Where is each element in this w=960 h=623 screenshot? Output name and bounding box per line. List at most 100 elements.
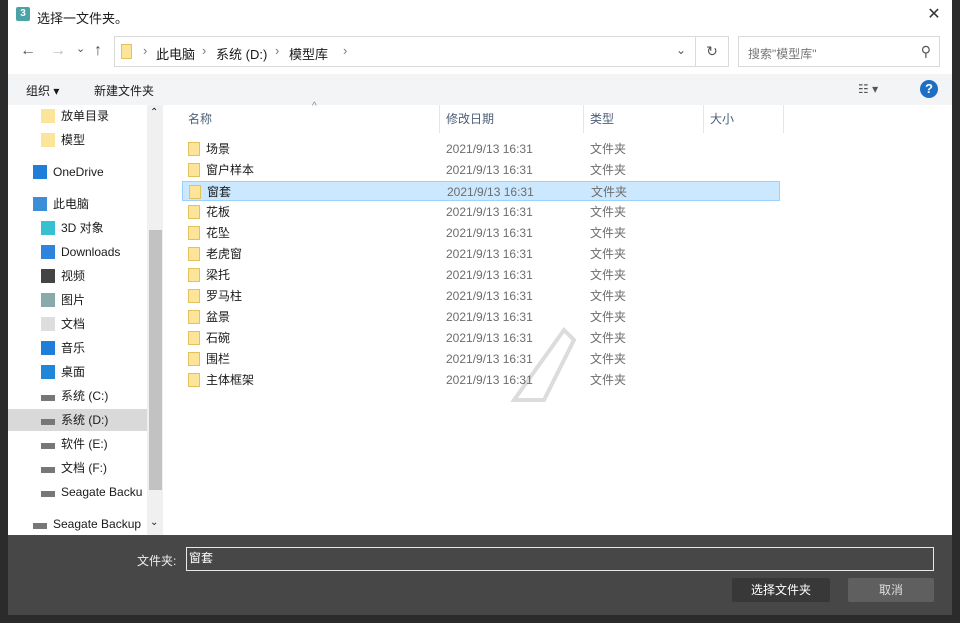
sidebar-item[interactable]: 音乐 xyxy=(41,337,86,359)
file-row[interactable]: 窗套 2021/9/13 16:31 文件夹 xyxy=(182,181,780,201)
folder-icon xyxy=(188,331,200,345)
forward-button[interactable]: → xyxy=(50,42,66,60)
file-type: 文件夹 xyxy=(590,205,627,219)
sidebar-item[interactable]: 放单目录 xyxy=(41,105,110,127)
file-type: 文件夹 xyxy=(590,331,627,345)
file-name: 窗套 xyxy=(207,185,232,199)
file-row[interactable]: 石碗 2021/9/13 16:31 文件夹 xyxy=(182,328,780,348)
file-name: 盆景 xyxy=(206,310,231,324)
cube-icon xyxy=(41,221,55,235)
file-name: 主体框架 xyxy=(206,373,255,387)
file-row[interactable]: 围栏 2021/9/13 16:31 文件夹 xyxy=(182,349,780,369)
sidebar-item-label: 文档 (F:) xyxy=(61,461,107,475)
cloud-icon xyxy=(33,165,47,179)
sidebar-item[interactable]: 3D 对象 xyxy=(41,217,104,239)
sidebar-item[interactable]: OneDrive xyxy=(33,161,104,183)
column-header-date[interactable]: 修改日期 xyxy=(440,105,584,133)
organize-button[interactable]: 组织 ▾ xyxy=(26,82,59,99)
sidebar-item[interactable]: 此电脑 xyxy=(33,193,90,215)
file-row[interactable]: 罗马柱 2021/9/13 16:31 文件夹 xyxy=(182,286,780,306)
file-date: 2021/9/13 16:31 xyxy=(446,205,533,219)
drive-icon xyxy=(41,443,55,449)
column-header-name[interactable]: 名称 xyxy=(182,105,440,133)
file-row[interactable]: 场景 2021/9/13 16:31 文件夹 xyxy=(182,139,780,159)
file-row[interactable]: 盆景 2021/9/13 16:31 文件夹 xyxy=(182,307,780,327)
chevron-right-icon: › xyxy=(343,43,348,58)
back-button[interactable]: ← xyxy=(20,42,36,60)
drive-icon xyxy=(41,395,55,401)
folder-icon xyxy=(41,109,55,123)
up-button[interactable]: ↑ xyxy=(94,42,102,60)
select-folder-button[interactable]: 选择文件夹 xyxy=(732,578,830,602)
file-date: 2021/9/13 16:31 xyxy=(447,185,534,199)
breadcrumb-drive-d[interactable]: 系统 (D:) xyxy=(216,44,267,63)
file-type: 文件夹 xyxy=(590,352,627,366)
file-date: 2021/9/13 16:31 xyxy=(446,373,533,387)
sidebar-item-label: 此电脑 xyxy=(53,197,90,211)
sidebar-item[interactable]: 软件 (E:) xyxy=(41,433,108,455)
refresh-button[interactable]: ↻ xyxy=(695,37,728,66)
file-row[interactable]: 花坠 2021/9/13 16:31 文件夹 xyxy=(182,223,780,243)
sidebar-item[interactable]: 视频 xyxy=(41,265,85,287)
column-header-type[interactable]: 类型 xyxy=(584,105,704,133)
sidebar-item[interactable]: Seagate Backu xyxy=(41,481,142,503)
file-date: 2021/9/13 16:31 xyxy=(446,268,533,282)
sidebar-item-label: 3D 对象 xyxy=(61,221,104,235)
scroll-up-icon[interactable]: ⌃ xyxy=(150,107,158,118)
folder-name-input[interactable]: 窗套 xyxy=(186,547,934,571)
file-row[interactable]: 主体框架 2021/9/13 16:31 文件夹 xyxy=(182,370,780,390)
file-date: 2021/9/13 16:31 xyxy=(446,142,533,156)
sidebar-item[interactable]: 文档 (F:) xyxy=(41,457,107,479)
breadcrumb-this-pc[interactable]: 此电脑 xyxy=(156,44,195,63)
computer-icon xyxy=(33,197,47,211)
file-row[interactable]: 花板 2021/9/13 16:31 文件夹 xyxy=(182,202,780,222)
file-name: 场景 xyxy=(206,142,231,156)
file-row[interactable]: 窗户样本 2021/9/13 16:31 文件夹 xyxy=(182,160,780,180)
sidebar-item[interactable]: 文档 xyxy=(41,313,85,335)
close-button[interactable]: ✕ xyxy=(922,4,946,26)
file-row[interactable]: 老虎窗 2021/9/13 16:31 文件夹 xyxy=(182,244,780,264)
desktop-icon xyxy=(41,365,55,379)
scrollbar-thumb[interactable] xyxy=(149,230,162,490)
search-placeholder: 搜索"模型库" xyxy=(748,47,817,61)
address-dropdown-button[interactable]: ⌄ xyxy=(676,43,686,57)
sidebar-item[interactable]: 系统 (D:) xyxy=(8,409,147,431)
new-folder-button[interactable]: 新建文件夹 xyxy=(94,82,154,99)
scroll-down-icon[interactable]: ⌄ xyxy=(150,517,158,528)
file-type: 文件夹 xyxy=(590,226,627,240)
sidebar-item-label: OneDrive xyxy=(53,165,104,179)
sidebar-item-label: 音乐 xyxy=(61,341,86,355)
folder-icon xyxy=(188,310,200,324)
sidebar-item[interactable]: Seagate Backup xyxy=(33,513,141,535)
file-type: 文件夹 xyxy=(590,268,627,282)
file-name: 老虎窗 xyxy=(206,247,243,261)
folder-icon xyxy=(188,268,200,282)
cancel-button[interactable]: 取消 xyxy=(848,578,934,602)
help-button[interactable]: ? xyxy=(920,80,938,98)
sidebar-item[interactable]: Downloads xyxy=(41,241,120,263)
column-header-size[interactable]: 大小 xyxy=(704,105,784,133)
navigation-bar: ← → ⌄ ↑ › 此电脑 › 系统 (D:) › 模型库 › ⌄ ↻ 搜索"模… xyxy=(8,36,952,68)
file-type: 文件夹 xyxy=(590,373,627,387)
sidebar-item-label: 放单目录 xyxy=(61,109,110,123)
address-bar[interactable]: › 此电脑 › 系统 (D:) › 模型库 › ⌄ ↻ xyxy=(114,36,729,67)
chevron-right-icon: › xyxy=(275,43,280,58)
sidebar-item[interactable]: 图片 xyxy=(41,289,85,311)
dialog-footer: 文件夹: 窗套 选择文件夹 取消 xyxy=(8,535,952,615)
view-options-button[interactable]: ☷ ▾ xyxy=(858,82,878,96)
file-date: 2021/9/13 16:31 xyxy=(446,310,533,324)
sidebar-item-label: 系统 (D:) xyxy=(61,413,109,427)
sidebar-item[interactable]: 系统 (C:) xyxy=(41,385,108,407)
picture-icon xyxy=(41,293,55,307)
file-row[interactable]: 梁托 2021/9/13 16:31 文件夹 xyxy=(182,265,780,285)
sidebar-item[interactable]: 模型 xyxy=(41,129,85,151)
file-date: 2021/9/13 16:31 xyxy=(446,289,533,303)
sidebar-item[interactable]: 桌面 xyxy=(41,361,85,383)
search-input[interactable]: 搜索"模型库" ⚲ xyxy=(738,36,940,67)
file-type: 文件夹 xyxy=(590,289,627,303)
breadcrumb-model-library[interactable]: 模型库 xyxy=(289,44,328,63)
drive-icon xyxy=(41,467,55,473)
file-name: 花板 xyxy=(206,205,231,219)
navigation-pane-scrollbar[interactable]: ⌃ ⌄ xyxy=(147,105,163,535)
recent-locations-button[interactable]: ⌄ xyxy=(76,42,85,55)
